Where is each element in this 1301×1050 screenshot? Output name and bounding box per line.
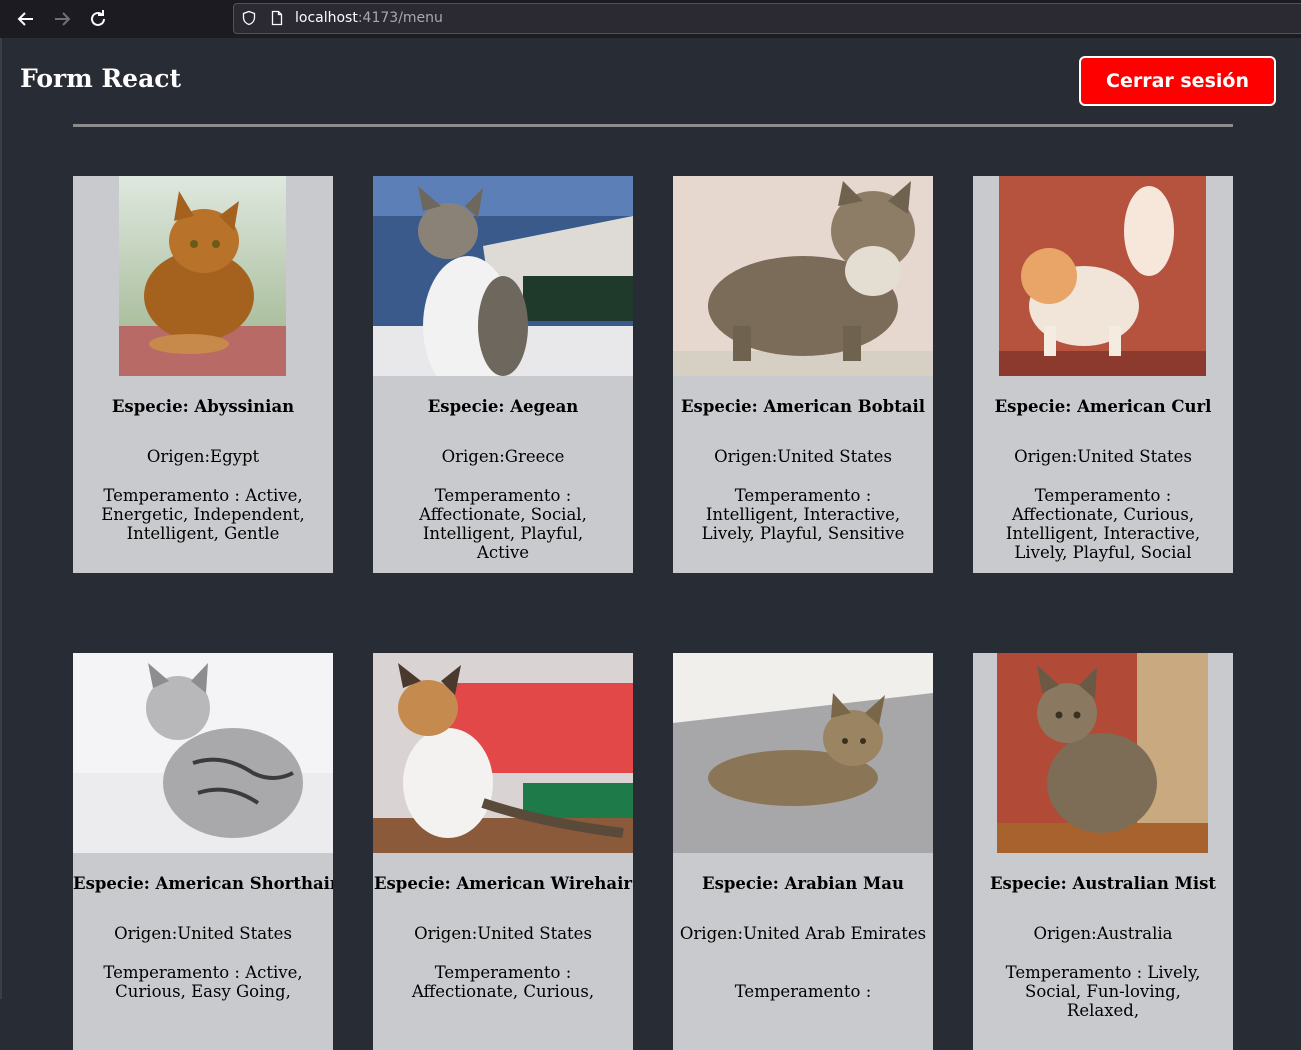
page-title: Form React: [20, 64, 182, 93]
cat-photo: [373, 176, 633, 376]
card-temperamento: Temperamento : Affectionate, Curious,: [411, 963, 595, 1001]
card-especie: Especie: Abyssinian: [111, 397, 295, 416]
browser-toolbar: localhost:4173/menu: [0, 0, 1301, 38]
card-origen: Origen:United States: [714, 447, 892, 466]
breed-card: Especie: American Shorthair Origen:Unite…: [73, 653, 333, 1050]
card-especie: Especie: American Wirehair: [373, 874, 633, 893]
breed-card: Especie: Australian Mist Origen:Australi…: [973, 653, 1233, 1050]
cat-photo: [373, 653, 633, 853]
cat-photo: [999, 176, 1206, 376]
breed-card: Especie: American Bobtail Origen:United …: [673, 176, 933, 573]
url-bar[interactable]: localhost:4173/menu: [233, 3, 1301, 34]
cat-photo: [73, 653, 333, 853]
logout-button[interactable]: Cerrar sesión: [1079, 56, 1276, 106]
card-temperamento: Temperamento : Active, Curious, Easy Goi…: [103, 963, 303, 1001]
breed-card: Especie: Arabian Mau Origen:United Arab …: [673, 653, 933, 1050]
cat-photo: [997, 653, 1208, 853]
page-icon[interactable]: [269, 10, 285, 26]
arrow-right-icon: [55, 12, 71, 26]
page-edge: [0, 38, 2, 999]
reload-icon: [91, 10, 105, 26]
cat-photo: [119, 176, 286, 376]
header-divider: [73, 124, 1233, 127]
card-temperamento: Temperamento :: [734, 982, 872, 1001]
card-especie: Especie: Arabian Mau: [702, 874, 904, 893]
card-origen: Origen:Australia: [1033, 924, 1173, 943]
card-temperamento: Temperamento : Lively, Social, Fun-lovin…: [1005, 963, 1201, 1020]
arrow-left-icon: [17, 12, 33, 26]
card-temperamento: Temperamento : Affectionate, Curious, In…: [1005, 486, 1201, 562]
card-especie: Especie: Aegean: [427, 397, 579, 416]
breed-card: Especie: Aegean Origen:Greece Temperamen…: [373, 176, 633, 573]
card-especie: Especie: American Bobtail: [680, 397, 926, 416]
card-especie: Especie: American Curl: [994, 397, 1212, 416]
card-origen: Origen:Greece: [441, 447, 565, 466]
back-button[interactable]: [14, 7, 38, 31]
card-origen: Origen:United States: [1014, 447, 1192, 466]
breed-card: Especie: American Curl Origen:United Sta…: [973, 176, 1233, 573]
card-temperamento: Temperamento : Intelligent, Interactive,…: [701, 486, 905, 543]
card-temperamento: Temperamento : Affectionate, Social, Int…: [419, 486, 587, 562]
breed-card: Especie: Abyssinian Origen:Egypt Tempera…: [73, 176, 333, 573]
shield-icon[interactable]: [241, 10, 257, 26]
card-especie: Especie: Australian Mist: [989, 874, 1217, 893]
card-origen: Origen:United Arab Emirates: [679, 924, 927, 943]
card-origen: Origen:United States: [414, 924, 592, 943]
card-origen: Origen:Egypt: [146, 447, 260, 466]
cat-photo: [673, 653, 933, 853]
cat-photo: [673, 176, 933, 376]
forward-button[interactable]: [50, 7, 74, 31]
card-especie: Especie: American Shorthair: [73, 874, 333, 893]
reload-button[interactable]: [86, 7, 110, 31]
card-origen: Origen:United States: [114, 924, 292, 943]
card-temperamento: Temperamento : Active, Energetic, Indepe…: [101, 486, 305, 543]
breed-card: Especie: American Wirehair Origen:United…: [373, 653, 633, 1050]
url-text[interactable]: localhost:4173/menu: [295, 10, 443, 26]
